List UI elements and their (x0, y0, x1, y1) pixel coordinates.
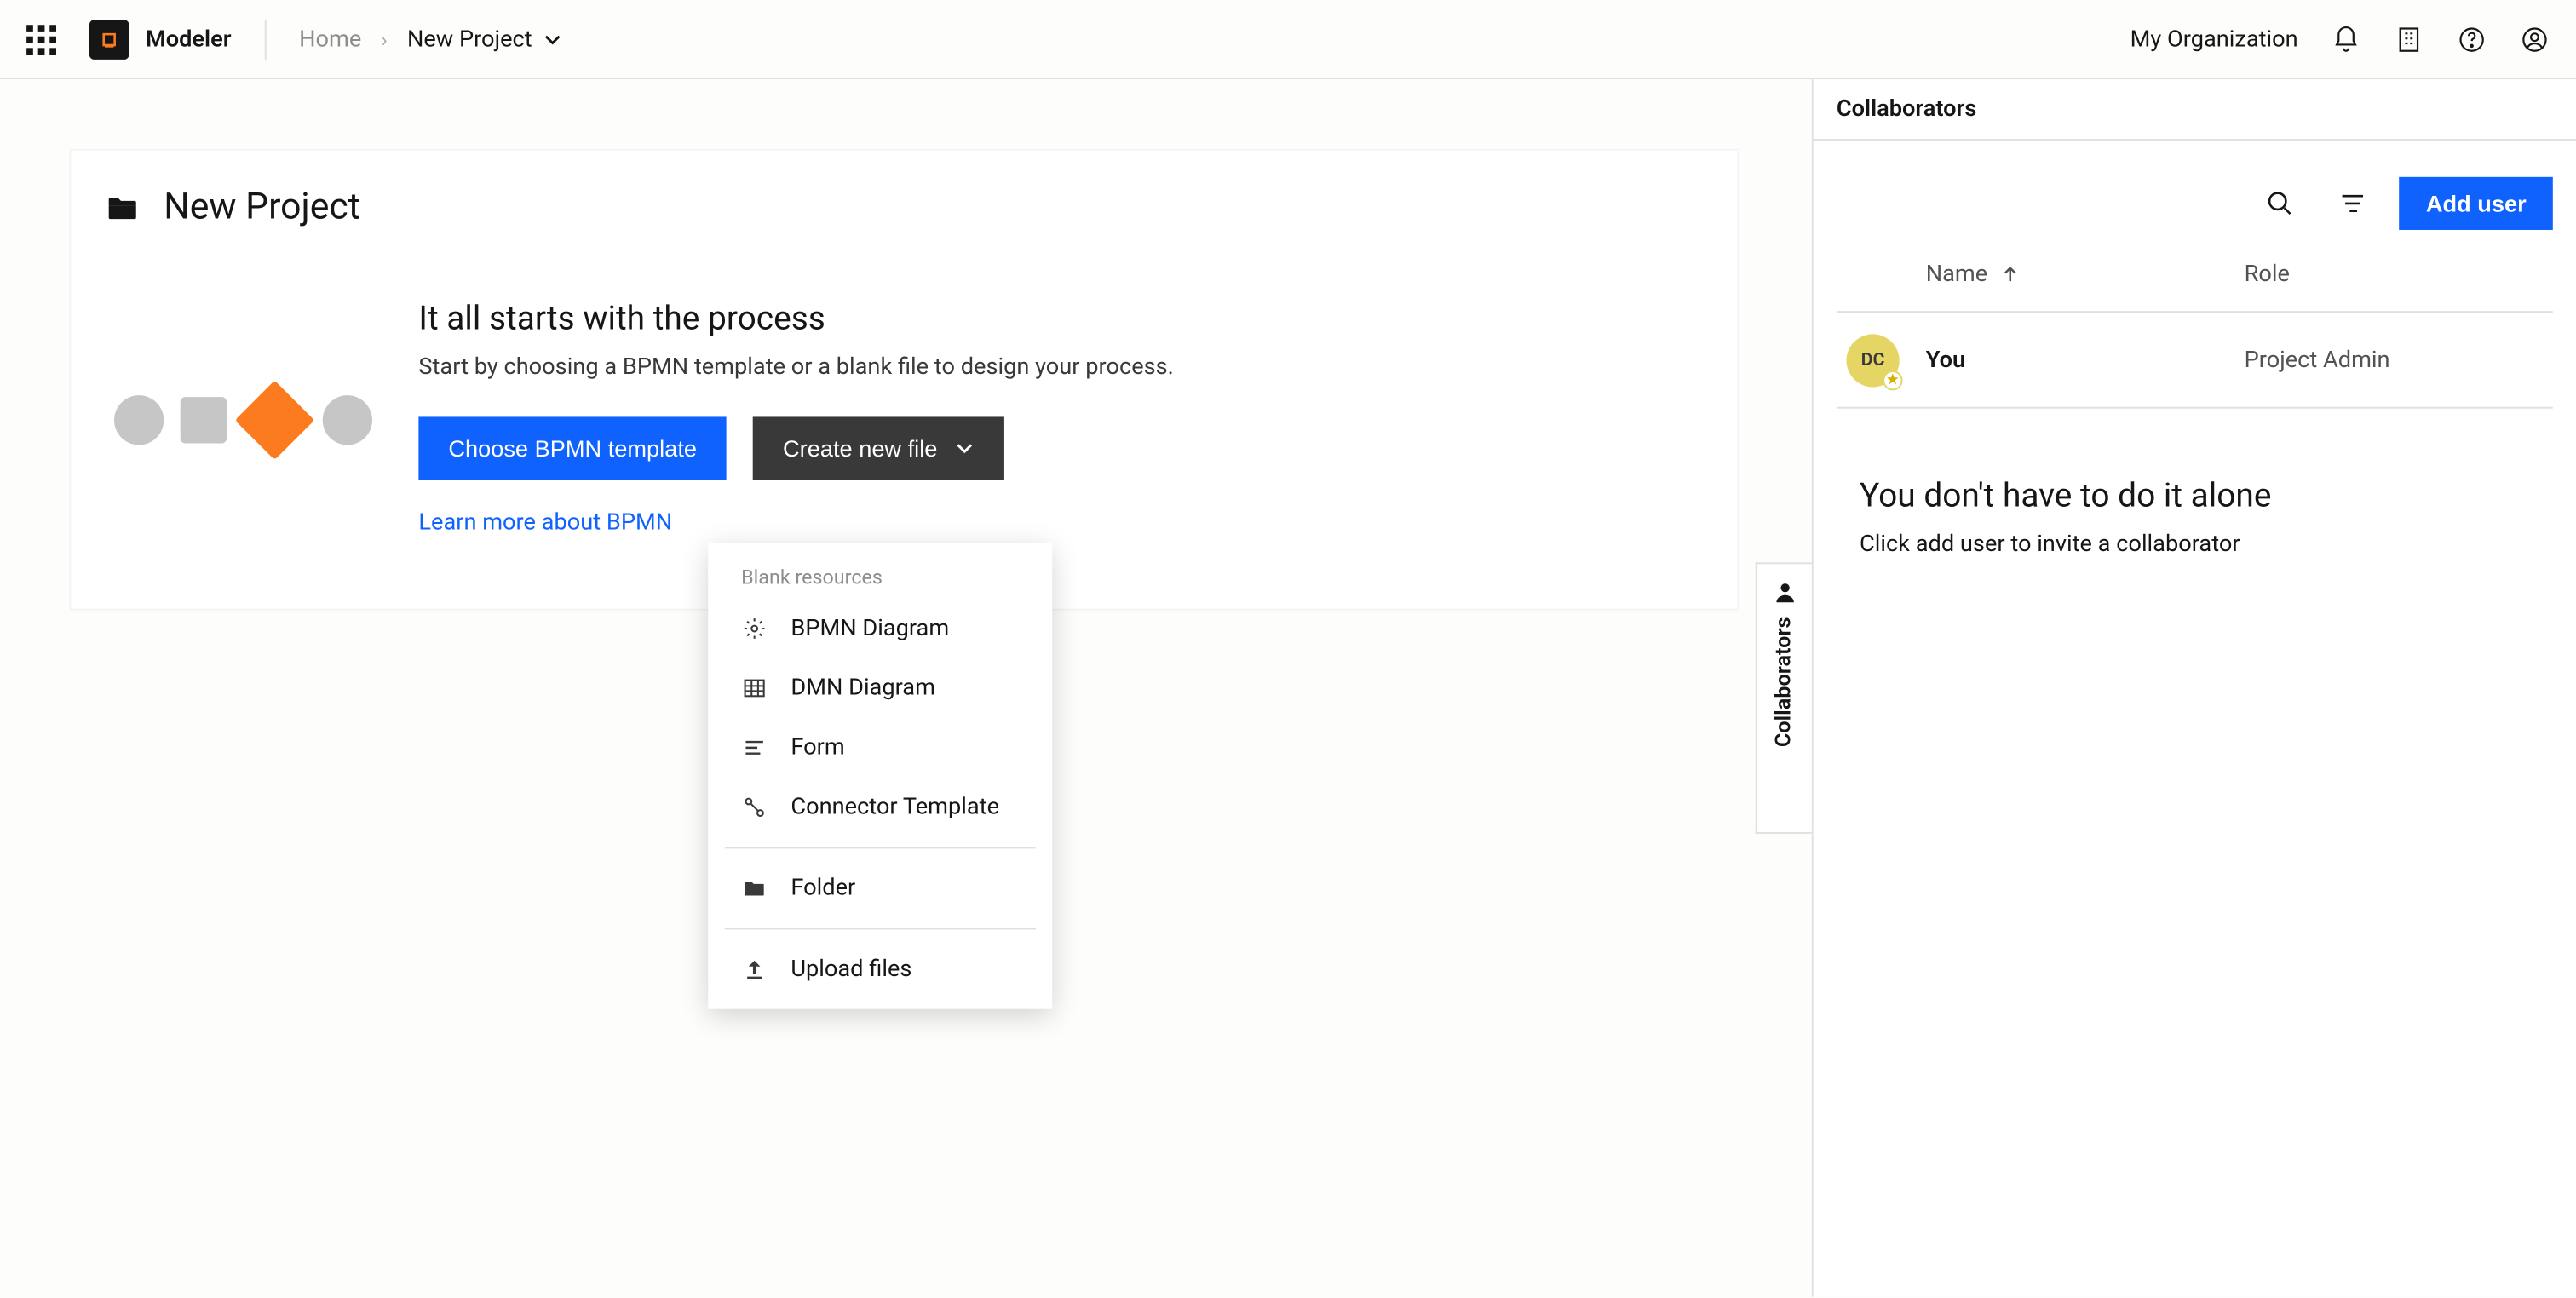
project-header: New Project (72, 151, 1738, 261)
chevron-down-icon (542, 29, 561, 49)
dropdown-item-label: BPMN Diagram (791, 615, 949, 641)
starter-sub: Start by choosing a BPMN template or a b… (418, 354, 1173, 381)
breadcrumb-current-label: New Project (407, 26, 532, 52)
empty-sub: Click add user to invite a collaborator (1860, 531, 2530, 557)
upload-icon (741, 956, 768, 983)
topbar-right: My Organization (2130, 24, 2550, 54)
form-icon (741, 734, 768, 761)
create-new-file-label: Create new file (783, 435, 937, 462)
user-icon[interactable] (2520, 24, 2550, 54)
shape-circle-icon (114, 395, 164, 445)
dropdown-item-bpmn[interactable]: BPMN Diagram (708, 599, 1052, 658)
collaborators-panel: Collaborators Add user Name Role (1812, 79, 2576, 1296)
dropdown-item-label: Connector Template (791, 794, 999, 820)
folder-icon (104, 189, 141, 226)
bell-icon[interactable] (2332, 24, 2361, 54)
avatar-initials: DC (1861, 349, 1885, 370)
table-row[interactable]: DC ★ You Project Admin (1837, 313, 2553, 409)
user-icon (1773, 581, 1796, 604)
shape-diamond-icon (235, 381, 314, 460)
dropdown-item-label: Form (791, 734, 844, 761)
topbar: Modeler Home › New Project My Organizati… (0, 0, 2576, 79)
help-icon[interactable] (2457, 24, 2487, 54)
collaborators-table: Name Role DC ★ You Project Admin (1814, 237, 2576, 409)
connector-icon (741, 794, 768, 820)
collaborators-tab[interactable]: Collaborators (1756, 562, 1812, 834)
dropdown-item-form[interactable]: Form (708, 718, 1052, 778)
apps-grid-icon[interactable] (26, 24, 56, 54)
main-area: New Project It all starts with the proce… (0, 79, 1812, 1296)
arrow-up-icon (2001, 264, 2021, 284)
brand-title: Modeler (146, 26, 232, 52)
breadcrumb-home[interactable]: Home (299, 26, 361, 52)
create-new-file-button[interactable]: Create new file (753, 416, 1003, 480)
breadcrumb: Home › New Project (299, 26, 561, 52)
dropdown-item-label: Upload files (791, 956, 911, 983)
column-role[interactable]: Role (2234, 261, 2553, 287)
collaborator-role: Project Admin (2234, 347, 2553, 373)
column-name-label: Name (1926, 261, 1987, 287)
shape-square-icon (181, 397, 227, 443)
learn-more-link[interactable]: Learn more about BPMN (418, 509, 672, 536)
org-switcher[interactable]: My Organization (2130, 26, 2298, 52)
shape-circle-icon (323, 395, 372, 445)
dropdown-item-upload[interactable]: Upload files (708, 939, 1052, 999)
starter-shapes (114, 298, 372, 537)
panel-toolbar: Add user (1814, 141, 2576, 237)
panel-title: Collaborators (1814, 79, 2576, 141)
collaborators-tab-label: Collaborators (1772, 617, 1797, 747)
dropdown-item-label: DMN Diagram (791, 675, 935, 701)
dropdown-group-label: Blank resources (708, 553, 1052, 599)
dropdown-item-label: Folder (791, 875, 855, 901)
empty-heading: You don't have to do it alone (1860, 474, 2530, 514)
starter-heading: It all starts with the process (418, 298, 1173, 338)
breadcrumb-current[interactable]: New Project (407, 26, 562, 52)
project-card: New Project It all starts with the proce… (70, 149, 1739, 611)
divider (725, 928, 1036, 930)
divider (725, 847, 1036, 848)
divider (264, 19, 266, 59)
choose-template-button[interactable]: Choose BPMN template (418, 416, 727, 480)
folder-icon (741, 875, 768, 901)
avatar: DC ★ (1846, 333, 1899, 386)
admin-star-icon: ★ (1883, 370, 1902, 389)
column-name[interactable]: Name (1916, 261, 2234, 287)
collaborator-name: You (1916, 347, 2234, 373)
filter-icon[interactable] (2326, 177, 2379, 230)
dropdown-item-connector[interactable]: Connector Template (708, 778, 1052, 837)
table-icon (741, 675, 768, 701)
empty-state: You don't have to do it alone Click add … (1814, 409, 2576, 623)
page-title: New Project (164, 187, 359, 228)
building-icon[interactable] (2394, 24, 2424, 54)
dropdown-item-dmn[interactable]: DMN Diagram (708, 658, 1052, 718)
dropdown-item-folder[interactable]: Folder (708, 859, 1052, 918)
create-file-dropdown: Blank resources BPMN Diagram DMN Diagram (708, 543, 1052, 1009)
brand-logo-icon (89, 19, 129, 59)
table-header: Name Role (1837, 237, 2553, 313)
gear-icon (741, 615, 768, 641)
brand[interactable]: Modeler (89, 19, 232, 59)
add-user-button[interactable]: Add user (2400, 177, 2553, 230)
chevron-right-icon: › (382, 27, 388, 50)
chevron-down-icon (954, 439, 974, 458)
search-icon[interactable] (2254, 177, 2307, 230)
